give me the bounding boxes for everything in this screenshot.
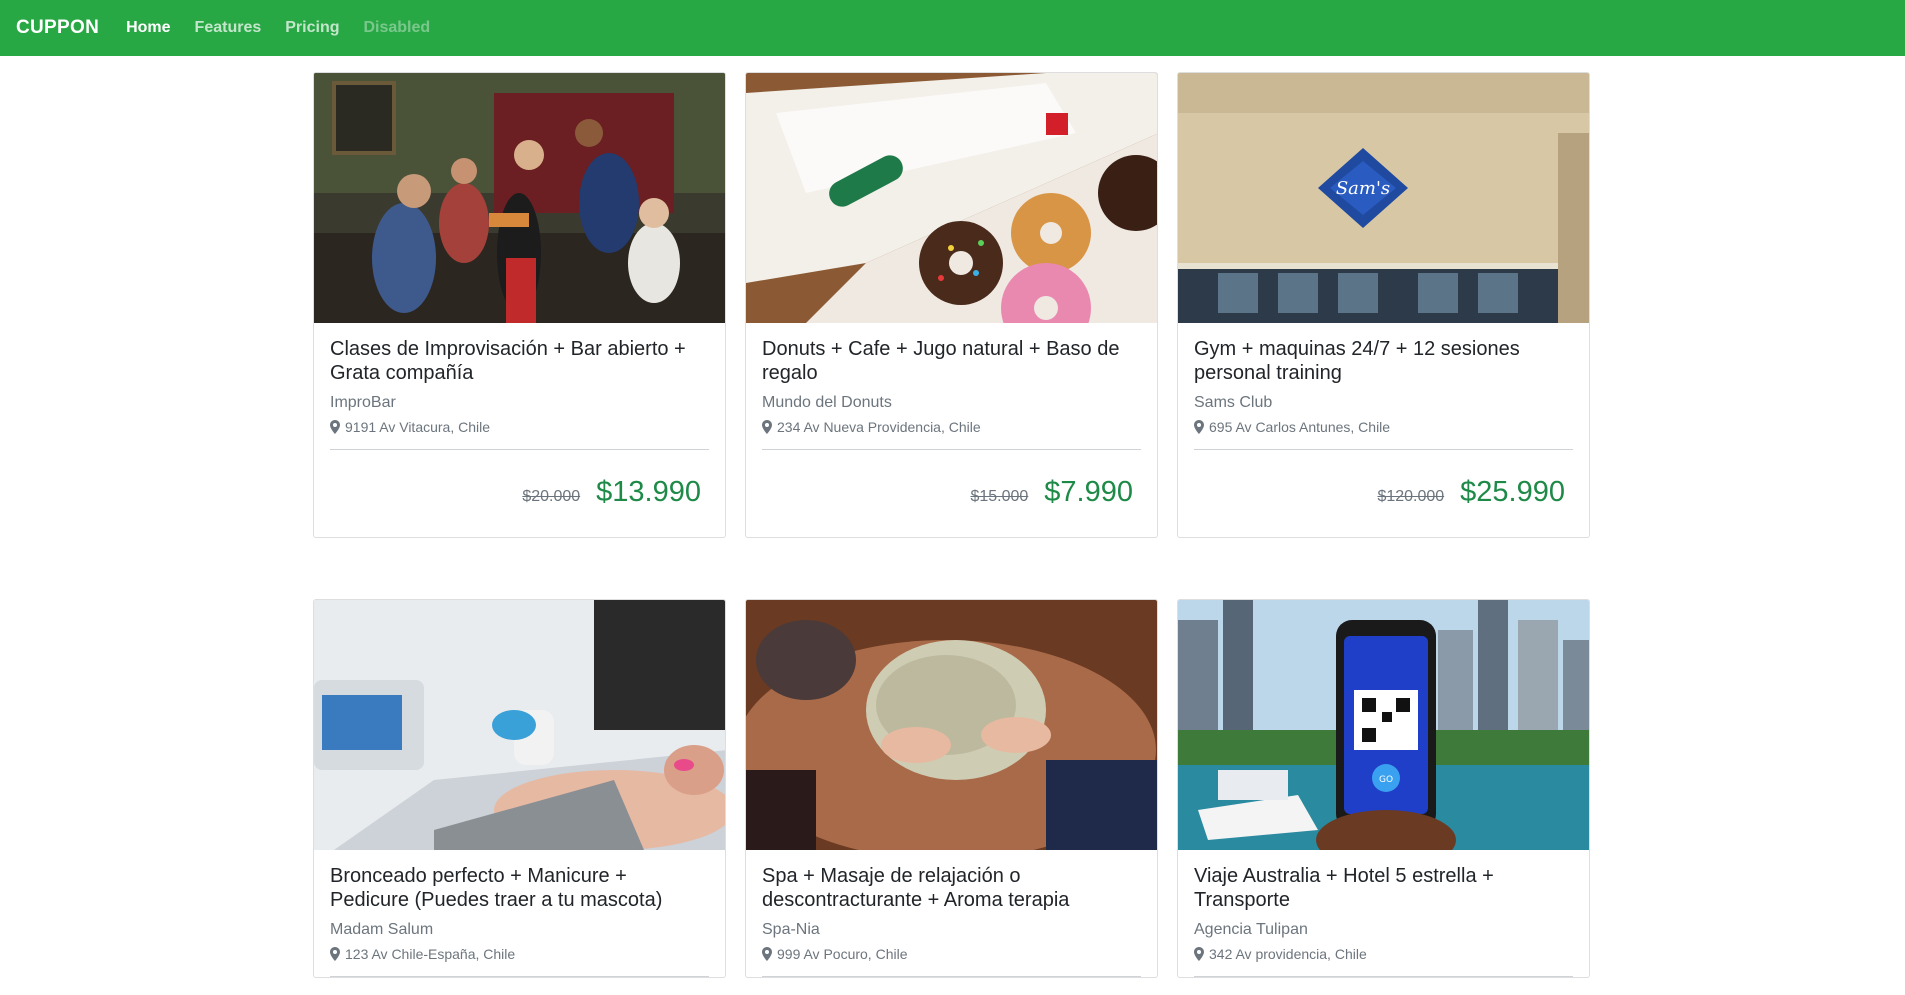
nav-link-features[interactable]: Features: [195, 19, 262, 37]
divider: [1194, 976, 1573, 977]
deal-image[interactable]: Sam's: [1178, 73, 1589, 323]
deal-card[interactable]: GO Viaje Australia + Hotel 5 estrella + …: [1177, 599, 1590, 978]
map-marker-icon: [330, 947, 340, 961]
deal-title[interactable]: Bronceado perfecto + Manicure + Pedicure…: [330, 864, 709, 912]
divider: [762, 976, 1141, 977]
deal-image[interactable]: [314, 600, 725, 850]
deal-card[interactable]: Donuts + Cafe + Jugo natural + Baso de r…: [745, 72, 1158, 538]
deal-image[interactable]: GO: [1178, 600, 1589, 850]
deal-company: ImproBar: [330, 394, 396, 411]
old-price: $20.000: [522, 488, 581, 505]
map-marker-icon: [762, 947, 772, 961]
deal-image[interactable]: [314, 73, 725, 323]
deal-location-text: 123 Av Chile-España, Chile: [345, 946, 516, 962]
deal-location: 9191 Av Vitacura, Chile: [330, 419, 709, 435]
nav-link-home[interactable]: Home: [126, 19, 170, 37]
deal-location: 342 Av providencia, Chile: [1194, 946, 1573, 962]
deal-location-text: 695 Av Carlos Antunes, Chile: [1209, 419, 1391, 435]
old-price: $120.000: [1377, 488, 1445, 505]
deal-company: Agencia Tulipan: [1194, 921, 1308, 938]
new-price: $7.990: [1044, 476, 1133, 508]
nav-link-disabled: Disabled: [363, 19, 431, 36]
deal-company: Spa-Nia: [762, 921, 820, 938]
brand-logo[interactable]: CUPPON: [16, 17, 99, 39]
nav-link-pricing[interactable]: Pricing: [285, 19, 339, 37]
deal-location-text: 9191 Av Vitacura, Chile: [345, 419, 491, 435]
map-marker-icon: [330, 420, 340, 434]
map-marker-icon: [1194, 420, 1204, 434]
deal-image[interactable]: [746, 73, 1157, 323]
deal-title[interactable]: Donuts + Cafe + Jugo natural + Baso de r…: [762, 337, 1141, 385]
deal-card[interactable]: Sam's Gym + maquinas 24/7 + 12 sesiones …: [1177, 72, 1590, 538]
price-row: $120.000 $25.990: [1194, 450, 1573, 537]
svg-text:Sam's: Sam's: [1336, 178, 1390, 199]
deal-title[interactable]: Gym + maquinas 24/7 + 12 sesiones person…: [1194, 337, 1573, 385]
deal-location: 695 Av Carlos Antunes, Chile: [1194, 419, 1573, 435]
deal-card[interactable]: Spa + Masaje de relajación o descontract…: [745, 599, 1158, 978]
svg-text:GO: GO: [1379, 775, 1393, 785]
map-marker-icon: [762, 420, 772, 434]
price-row: $15.000 $7.990: [762, 450, 1141, 537]
deal-location-text: 999 Av Pocuro, Chile: [777, 946, 908, 962]
deal-title[interactable]: Viaje Australia + Hotel 5 estrella + Tra…: [1194, 864, 1573, 912]
deal-title[interactable]: Clases de Improvisación + Bar abierto + …: [330, 337, 709, 385]
deal-location-text: 234 Av Nueva Providencia, Chile: [777, 419, 981, 435]
deal-location: 999 Av Pocuro, Chile: [762, 946, 1141, 962]
new-price: $25.990: [1460, 476, 1565, 508]
deal-company: Mundo del Donuts: [762, 394, 892, 411]
navbar: CUPPON Home Features Pricing Disabled: [0, 0, 1905, 56]
divider: [330, 976, 709, 977]
deal-card[interactable]: Bronceado perfecto + Manicure + Pedicure…: [313, 599, 726, 978]
deal-location: 123 Av Chile-España, Chile: [330, 946, 709, 962]
map-marker-icon: [1194, 947, 1204, 961]
deal-card[interactable]: Clases de Improvisación + Bar abierto + …: [313, 72, 726, 538]
old-price: $15.000: [970, 488, 1029, 505]
deal-image[interactable]: [746, 600, 1157, 850]
deal-company: Madam Salum: [330, 921, 434, 938]
deal-title[interactable]: Spa + Masaje de relajación o descontract…: [762, 864, 1141, 912]
deal-location-text: 342 Av providencia, Chile: [1209, 946, 1367, 962]
deal-company: Sams Club: [1194, 394, 1273, 411]
price-row: $20.000 $13.990: [330, 450, 709, 537]
deal-location: 234 Av Nueva Providencia, Chile: [762, 419, 1141, 435]
new-price: $13.990: [596, 476, 701, 508]
